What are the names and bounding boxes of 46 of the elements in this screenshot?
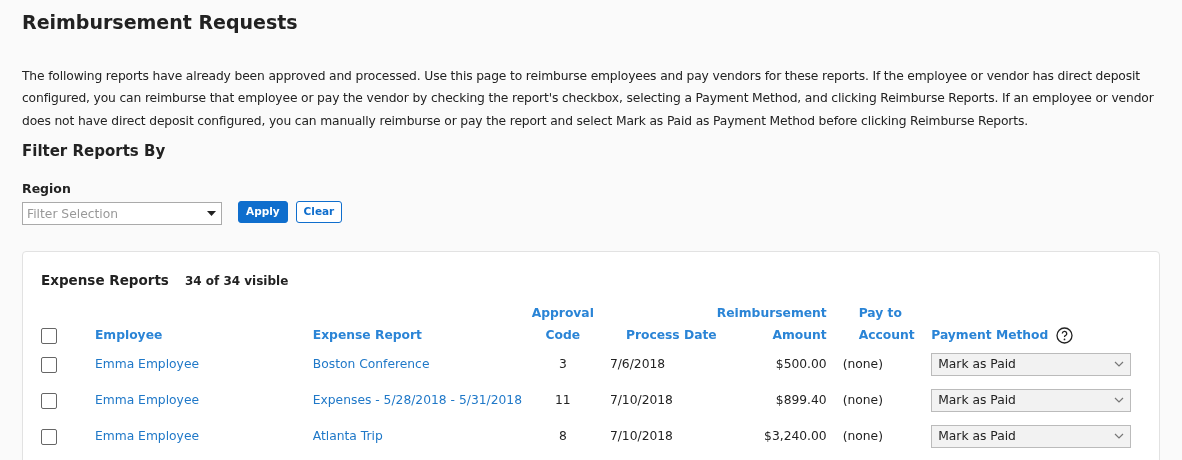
report-link[interactable]: Expenses - 5/28/2018 - 5/31/2018 xyxy=(312,393,522,408)
employee-link[interactable]: Emma Employee xyxy=(94,429,199,444)
dropdown-caret-icon xyxy=(207,211,216,217)
employee-link[interactable]: Emma Employee xyxy=(94,393,199,408)
payment-method-select[interactable]: Mark as Paid xyxy=(931,388,1132,412)
column-header[interactable]: Process Date xyxy=(609,324,717,347)
column-header[interactable]: Approval Code xyxy=(531,302,594,347)
row-checkbox[interactable] xyxy=(41,392,57,409)
pay-account: (none) xyxy=(842,429,883,444)
process-date: 7/10/2018 xyxy=(609,393,673,408)
apply-button[interactable]: Apply xyxy=(238,201,288,223)
chevron-down-icon xyxy=(1114,433,1125,440)
row-checkbox[interactable] xyxy=(41,356,57,373)
amount: $500.00 xyxy=(775,357,827,372)
region-select[interactable]: Filter Selection xyxy=(22,202,222,226)
pay-account: (none) xyxy=(842,357,883,372)
column-header[interactable]: Pay to Account xyxy=(842,302,932,347)
report-link[interactable]: Boston Conference xyxy=(312,357,430,372)
help-icon[interactable] xyxy=(1056,326,1074,344)
visible-count: 34 of 34 visible xyxy=(184,273,289,291)
payment-method-select[interactable]: Mark as Paid xyxy=(931,352,1132,376)
intro-paragraph: The following reports have already been approved and processed. Use this page to reimburse employees and pay vendors for these reports. If the employee or vendor has direct deposit configured, you can reimburse that employee or pay the vendor by checking the report's checkbox, selecting a Payment Method, and clicking Reimburse Reports. If an employee or vendor does not have direct deposit configured, you can manually reimburse or pay the report and select Mark as Paid as Payment Method before clicking Reimburse Reports. xyxy=(22,67,1155,130)
column-header[interactable]: Expense Report xyxy=(312,324,532,347)
process-date: 7/10/2018 xyxy=(609,429,673,444)
column-header[interactable]: Employee xyxy=(94,324,313,347)
page-title: Reimbursement Requests xyxy=(22,10,299,35)
column-header[interactable]: Payment Method xyxy=(931,324,1049,347)
amount: $3,240.00 xyxy=(764,429,827,444)
approval-code: 11 xyxy=(554,393,571,408)
payment-method-select[interactable]: Mark as Paid xyxy=(931,424,1132,448)
card-title: Expense Reports xyxy=(41,271,169,291)
row-checkbox[interactable] xyxy=(41,428,57,445)
approval-code: 3 xyxy=(558,357,567,372)
region-label: Region xyxy=(22,180,72,199)
process-date: 7/6/2018 xyxy=(609,357,666,372)
clear-button[interactable]: Clear xyxy=(295,201,343,223)
column-header[interactable]: Reimbursement Amount xyxy=(716,302,827,347)
pay-account: (none) xyxy=(842,393,883,408)
chevron-down-icon xyxy=(1114,361,1125,368)
select-all-checkbox[interactable] xyxy=(41,327,57,344)
approval-code: 8 xyxy=(558,429,567,444)
chevron-down-icon xyxy=(1114,397,1125,404)
filter-heading: Filter Reports By xyxy=(22,142,167,161)
employee-link[interactable]: Emma Employee xyxy=(94,357,199,372)
amount: $899.40 xyxy=(775,393,827,408)
report-link[interactable]: Atlanta Trip xyxy=(312,429,383,444)
